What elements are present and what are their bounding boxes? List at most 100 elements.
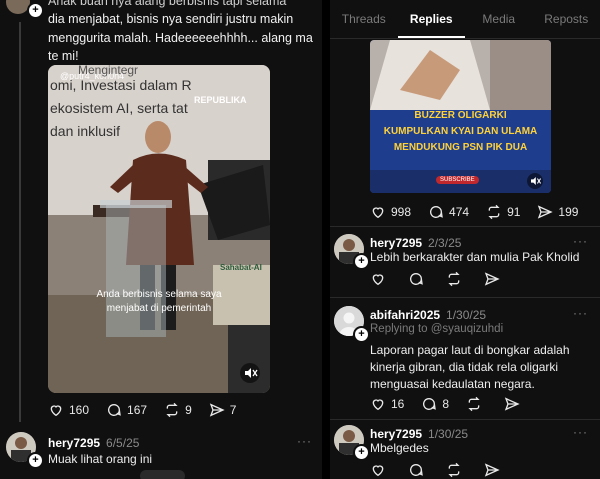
collapsed-indicator xyxy=(140,470,185,479)
slide-top-text: Mengintegr xyxy=(78,65,139,77)
follow-plus-icon[interactable]: + xyxy=(27,452,44,469)
comment-button[interactable] xyxy=(408,271,429,287)
brand-watermark: REPUBLIKA xyxy=(194,95,247,105)
comment-icon xyxy=(410,464,423,476)
tab-media[interactable]: Media xyxy=(465,0,533,38)
send-icon xyxy=(484,463,500,477)
video-player[interactable]: @putr4_k0n0h4 Mengintegr omi, Investasi … xyxy=(48,65,270,393)
reply-header: abifahri2025 1/30/25 xyxy=(370,306,486,324)
comment-button[interactable]: 167 xyxy=(106,402,147,418)
post-text: dia menjabat, bisnis nya sendiri justru … xyxy=(48,12,313,63)
replying-to-label[interactable]: Replying to @syauqizuhdi xyxy=(370,323,503,335)
image-action-bar: 998 474 91 199 xyxy=(370,204,595,220)
reply-username[interactable]: hery7295 xyxy=(370,236,422,250)
more-options-icon[interactable]: ··· xyxy=(573,234,588,248)
reply-date: 2/3/25 xyxy=(428,236,462,250)
reply-username[interactable]: abifahri2025 xyxy=(370,308,440,322)
image-title-line3: MENDUKUNG PSN PIK DUA xyxy=(393,142,528,153)
share-button[interactable] xyxy=(484,462,505,478)
tab-replies[interactable]: Replies xyxy=(397,0,465,38)
comment-count: 167 xyxy=(127,403,148,417)
repost-icon xyxy=(468,396,480,412)
share-button[interactable] xyxy=(484,271,505,287)
image-title-line2: KUMPULKAN KYAI DAN ULAMA xyxy=(383,126,538,137)
repost-icon xyxy=(488,204,500,220)
comment-button[interactable]: 8 xyxy=(421,396,449,412)
reply-text: Mbelgedes xyxy=(370,441,429,455)
like-button[interactable]: 16 xyxy=(370,396,404,412)
comment-count: 8 xyxy=(442,397,450,411)
repost-icon xyxy=(166,402,178,418)
share-button[interactable]: 199 xyxy=(537,204,578,220)
send-icon xyxy=(209,403,225,417)
send-icon xyxy=(504,397,520,411)
like-count: 998 xyxy=(391,205,412,219)
thread-connector-line xyxy=(19,22,21,422)
tab-threads[interactable]: Threads xyxy=(330,0,398,38)
like-button[interactable]: 998 xyxy=(370,204,411,220)
left-thread-panel: + Anak buah nya alang berbisnis tapi sel… xyxy=(0,0,322,479)
share-count: 199 xyxy=(558,205,579,219)
follow-plus-icon[interactable]: + xyxy=(27,2,44,19)
comment-username[interactable]: hery7295 xyxy=(48,436,100,450)
comment-date: 6/5/25 xyxy=(106,436,140,450)
mute-icon[interactable] xyxy=(240,363,260,383)
like-count: 16 xyxy=(391,397,405,411)
image-title-line1: BUZZER OLIGARKI xyxy=(414,110,507,121)
reply-text: Lebih berkarakter dan mulia Pak Kholid xyxy=(370,250,580,264)
comment-count: 474 xyxy=(449,205,470,219)
reply-date: 1/30/25 xyxy=(428,427,469,441)
share-count: 7 xyxy=(229,403,237,417)
like-button[interactable]: 160 xyxy=(48,402,89,418)
subtitle-line1: Anda berbisnis selama saya xyxy=(96,289,222,300)
reply-text: Laporan pagar laut di bongkar adalah kin… xyxy=(370,343,570,391)
more-options-icon[interactable]: ··· xyxy=(297,434,312,448)
share-button[interactable] xyxy=(504,396,525,412)
slide-text-line2: ekosistem AI, serta tat xyxy=(50,100,188,116)
like-button[interactable] xyxy=(370,462,391,478)
podium-logo: Sahabat-AI xyxy=(220,263,262,272)
comment-button[interactable] xyxy=(408,462,429,478)
reply-username[interactable]: hery7295 xyxy=(370,427,422,441)
like-button[interactable] xyxy=(370,271,391,287)
like-count: 160 xyxy=(69,403,90,417)
subscribe-badge: SUBSCRIBE xyxy=(436,176,479,184)
subtitle-line2: menjabat di pemerintah xyxy=(106,303,212,314)
profile-replies-panel: Threads Replies Media Reposts BUZZER OLI… xyxy=(330,0,600,479)
reply-date: 1/30/25 xyxy=(446,308,487,322)
reply-media-image[interactable]: BUZZER OLIGARKI KUMPULKAN KYAI DAN ULAMA… xyxy=(370,40,551,193)
follow-plus-icon[interactable]: + xyxy=(353,326,370,343)
follow-plus-icon[interactable]: + xyxy=(353,444,370,461)
comment-button[interactable]: 474 xyxy=(428,204,469,220)
heart-icon xyxy=(372,465,384,477)
repost-button[interactable] xyxy=(446,271,467,287)
divider xyxy=(330,419,600,420)
divider xyxy=(330,297,600,298)
repost-button[interactable] xyxy=(446,462,467,478)
repost-icon xyxy=(448,271,460,287)
profile-tabs: Threads Replies Media Reposts xyxy=(330,0,600,39)
tab-reposts[interactable]: Reposts xyxy=(533,0,600,38)
more-options-icon[interactable]: ··· xyxy=(573,425,588,439)
repost-button[interactable]: 91 xyxy=(486,204,520,220)
heart-icon xyxy=(372,274,384,286)
reply-action-bar xyxy=(370,462,522,478)
post-text-cutoff: Anak buah nya alang berbisnis tapi selam… xyxy=(48,0,287,8)
comment-header: hery7295 6/5/25 xyxy=(48,434,139,452)
repost-button[interactable]: 9 xyxy=(164,402,192,418)
heart-icon xyxy=(372,399,384,411)
repost-button[interactable] xyxy=(466,396,487,412)
slide-text-line1: omi, Investasi dalam R xyxy=(50,77,192,93)
comment-icon xyxy=(108,404,121,416)
comment-icon xyxy=(430,206,443,218)
mute-icon[interactable] xyxy=(527,173,543,189)
comment-icon xyxy=(423,398,437,410)
more-options-icon[interactable]: ··· xyxy=(573,306,588,320)
repost-icon xyxy=(448,462,460,478)
post-action-bar: 160 167 9 7 xyxy=(48,402,253,418)
divider xyxy=(330,226,600,227)
reply-action-bar: 16 8 xyxy=(370,396,542,412)
follow-plus-icon[interactable]: + xyxy=(353,253,370,270)
share-button[interactable]: 7 xyxy=(209,402,237,418)
send-icon xyxy=(484,272,500,286)
